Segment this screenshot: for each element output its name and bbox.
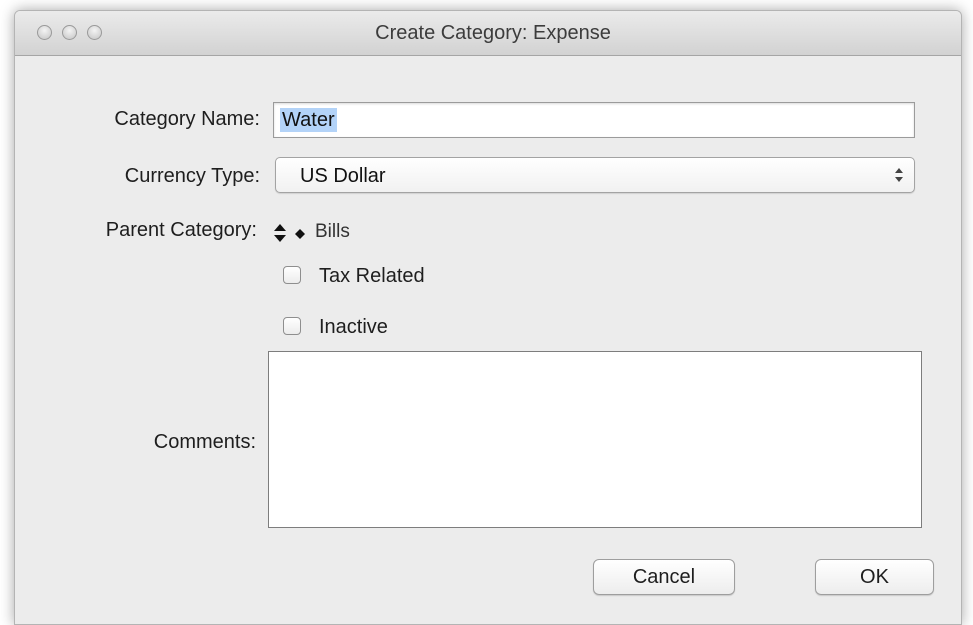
diamond-bullet-icon (295, 226, 305, 244)
category-name-value: Water (280, 108, 337, 132)
up-down-arrows-icon (273, 223, 287, 248)
cancel-button[interactable]: Cancel (593, 559, 735, 595)
category-name-label: Category Name: (114, 108, 260, 130)
currency-type-label: Currency Type: (124, 165, 260, 187)
title-bar[interactable]: Create Category: Expense (15, 11, 961, 56)
dialog-window: Create Category: Expense Category Name: … (14, 10, 962, 625)
tax-related-checkbox[interactable] (283, 266, 301, 284)
category-name-input[interactable]: Water (273, 102, 915, 138)
tax-related-label: Tax Related (319, 265, 425, 287)
comments-textarea[interactable] (268, 351, 922, 528)
window-title: Create Category: Expense (375, 22, 611, 44)
comments-label: Comments: (153, 431, 256, 453)
ok-button[interactable]: OK (815, 559, 934, 595)
currency-type-select[interactable]: US Dollar (275, 157, 915, 193)
inactive-label: Inactive (319, 316, 388, 338)
inactive-checkbox[interactable] (283, 317, 301, 335)
up-down-arrows-icon (894, 167, 904, 188)
parent-category-value: Bills (315, 221, 350, 242)
parent-category-label: Parent Category: (105, 219, 257, 241)
currency-type-value: US Dollar (300, 165, 386, 187)
